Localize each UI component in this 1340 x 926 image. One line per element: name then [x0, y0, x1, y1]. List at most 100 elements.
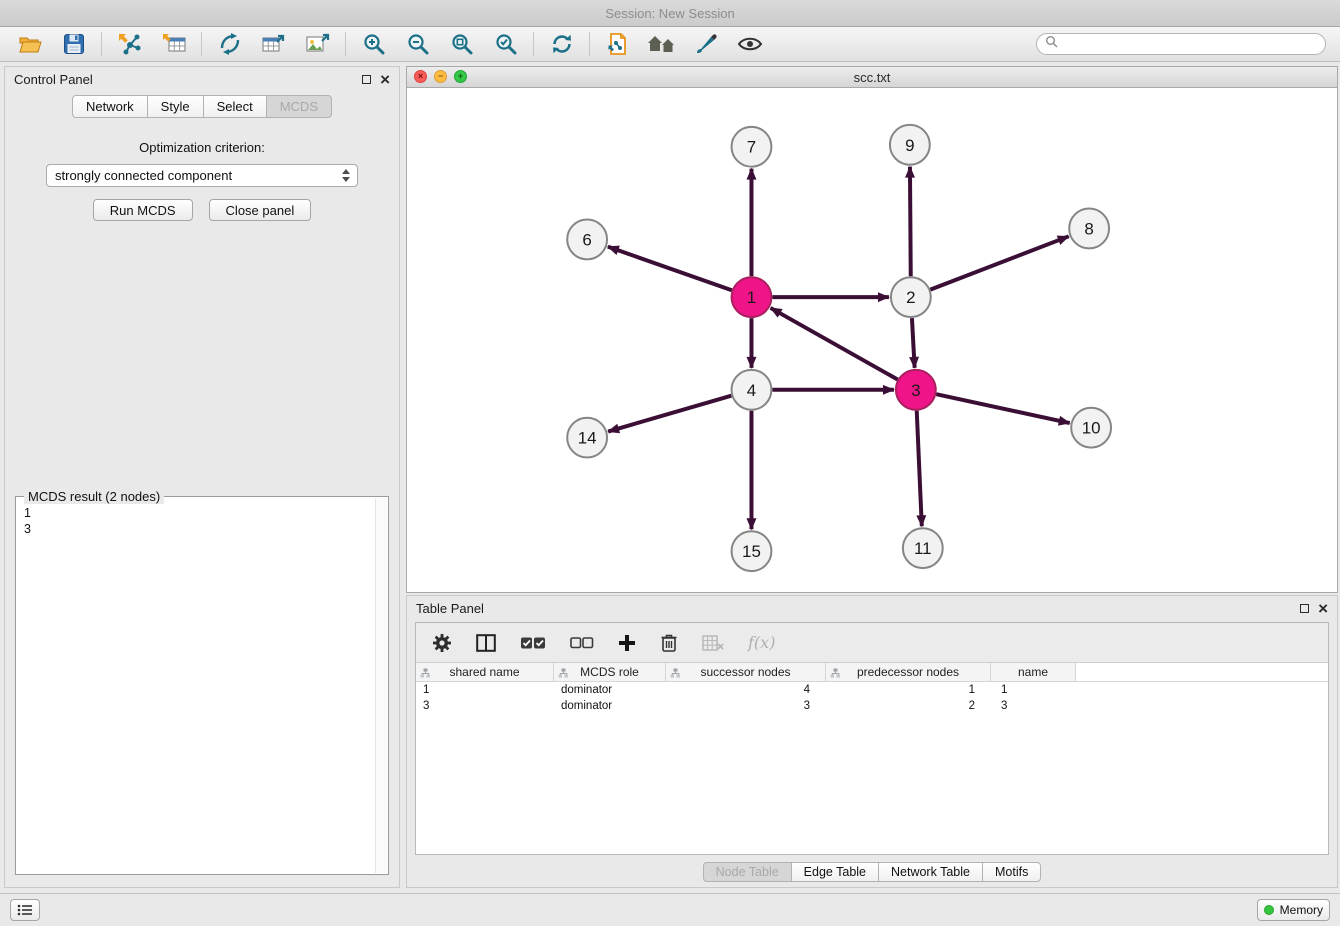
- search-input[interactable]: [1063, 37, 1317, 51]
- minimize-window-icon[interactable]: −: [434, 70, 447, 83]
- close-panel-icon[interactable]: ×: [380, 71, 390, 88]
- graph-edge-4-14[interactable]: [608, 396, 731, 432]
- column-header-shared-name[interactable]: shared name: [416, 663, 554, 681]
- show-columns-icon[interactable]: [476, 634, 496, 652]
- cell-name[interactable]: 3: [991, 700, 1076, 712]
- table-row[interactable]: 3 dominator 3 2 3: [416, 698, 1328, 714]
- tab-edge-table[interactable]: Edge Table: [792, 862, 879, 882]
- graph-node-6[interactable]: 6: [567, 219, 607, 259]
- cell-name[interactable]: 1: [991, 684, 1076, 696]
- run-mcds-button[interactable]: Run MCDS: [93, 199, 193, 221]
- graph-edge-3-1[interactable]: [771, 308, 898, 380]
- zoom-out-icon[interactable]: [398, 30, 437, 58]
- list-icon: [17, 904, 33, 916]
- graph-node-1[interactable]: 1: [732, 277, 772, 317]
- tab-network-table[interactable]: Network Table: [879, 862, 983, 882]
- control-panel-header: Control Panel ×: [5, 67, 399, 91]
- cell-successor-nodes[interactable]: 4: [666, 684, 826, 696]
- graph-node-3[interactable]: 3: [896, 370, 936, 410]
- refresh-icon[interactable]: [542, 30, 581, 58]
- table-tabs: Node Table Edge Table Network Table Moti…: [407, 862, 1337, 882]
- graph-edge-2-9[interactable]: [910, 167, 911, 277]
- zoom-in-icon[interactable]: [354, 30, 393, 58]
- export-network-icon[interactable]: [210, 30, 249, 58]
- tab-node-table[interactable]: Node Table: [703, 862, 792, 882]
- graph-node-8[interactable]: 8: [1069, 209, 1109, 249]
- svg-text:15: 15: [742, 542, 761, 561]
- add-column-icon[interactable]: [618, 634, 636, 652]
- cell-shared-name[interactable]: 3: [416, 700, 554, 712]
- result-scrollbar[interactable]: [375, 498, 387, 873]
- delete-column-icon[interactable]: [660, 633, 678, 653]
- table-row[interactable]: 1 dominator 4 1 1: [416, 682, 1328, 698]
- column-header-successor-nodes[interactable]: successor nodes: [666, 663, 826, 681]
- cell-successor-nodes[interactable]: 3: [666, 700, 826, 712]
- import-network-icon[interactable]: [110, 30, 149, 58]
- export-table-icon[interactable]: [254, 30, 293, 58]
- export-image-icon[interactable]: [298, 30, 337, 58]
- cell-shared-name[interactable]: 1: [416, 684, 554, 696]
- graph-node-4[interactable]: 4: [732, 370, 772, 410]
- zoom-window-icon[interactable]: +: [454, 70, 467, 83]
- graph-edge-3-11[interactable]: [917, 411, 922, 527]
- control-panel-title: Control Panel: [14, 72, 93, 87]
- column-header-predecessor-nodes[interactable]: predecessor nodes: [826, 663, 991, 681]
- apply-style-icon[interactable]: [686, 30, 725, 58]
- table-panel: Table Panel ×: [406, 595, 1338, 888]
- column-type-icon: [420, 667, 431, 681]
- graph-edge-1-6[interactable]: [608, 247, 732, 291]
- tab-motifs[interactable]: Motifs: [983, 862, 1041, 882]
- zoom-selected-icon[interactable]: [486, 30, 525, 58]
- first-neighbors-icon[interactable]: [642, 30, 681, 58]
- graph-node-9[interactable]: 9: [890, 125, 930, 165]
- toolbar-separator: [589, 32, 590, 56]
- network-canvas[interactable]: 1 2 3 4 6 7 8 9 10 11 14 15: [407, 88, 1337, 592]
- save-session-icon[interactable]: [54, 30, 93, 58]
- cell-predecessor-nodes[interactable]: 2: [826, 700, 991, 712]
- table-frame: f(x) shared name MCDS role successor nod…: [415, 622, 1329, 855]
- cell-mcds-role[interactable]: dominator: [554, 700, 666, 712]
- memory-label: Memory: [1280, 903, 1323, 917]
- zoom-fit-icon[interactable]: [442, 30, 481, 58]
- memory-button[interactable]: Memory: [1257, 899, 1330, 921]
- tab-select[interactable]: Select: [204, 95, 267, 118]
- graph-edge-3-10[interactable]: [936, 394, 1069, 423]
- svg-text:11: 11: [914, 539, 932, 558]
- graph-node-10[interactable]: 10: [1071, 408, 1111, 448]
- column-header-name[interactable]: name: [991, 663, 1076, 681]
- search-box[interactable]: [1036, 33, 1326, 55]
- graph-node-11[interactable]: 11: [903, 528, 943, 568]
- graph-node-2[interactable]: 2: [891, 277, 931, 317]
- tab-style[interactable]: Style: [148, 95, 204, 118]
- column-header-mcds-role[interactable]: MCDS role: [554, 663, 666, 681]
- cell-predecessor-nodes[interactable]: 1: [826, 684, 991, 696]
- import-table-icon[interactable]: [154, 30, 193, 58]
- table-settings-gear-icon[interactable]: [432, 633, 452, 653]
- deselect-all-columns-icon[interactable]: [570, 637, 594, 649]
- table-header-row: shared name MCDS role successor nodes pr…: [416, 663, 1328, 682]
- graph-edge-2-3[interactable]: [912, 318, 915, 368]
- graph-node-14[interactable]: 14: [567, 418, 607, 458]
- open-session-icon[interactable]: [10, 30, 49, 58]
- optimization-criterion-dropdown[interactable]: strongly connected component: [46, 164, 358, 187]
- close-table-panel-icon[interactable]: ×: [1318, 600, 1328, 617]
- svg-text:4: 4: [747, 381, 756, 400]
- network-graph[interactable]: 1 2 3 4 6 7 8 9 10 11 14 15: [407, 88, 1337, 592]
- close-window-icon[interactable]: ×: [414, 70, 427, 83]
- graph-node-15[interactable]: 15: [732, 531, 772, 571]
- task-history-button[interactable]: [10, 899, 40, 921]
- float-panel-icon[interactable]: [362, 75, 371, 84]
- select-all-columns-icon[interactable]: [520, 636, 546, 650]
- column-type-icon: [558, 667, 569, 681]
- tab-network[interactable]: Network: [72, 95, 148, 118]
- float-table-panel-icon[interactable]: [1300, 604, 1309, 613]
- clone-network-icon[interactable]: [598, 30, 637, 58]
- svg-text:6: 6: [582, 230, 591, 249]
- toolbar-separator: [201, 32, 202, 56]
- show-hide-eye-icon[interactable]: [730, 30, 769, 58]
- tab-mcds[interactable]: MCDS: [267, 95, 332, 118]
- graph-node-7[interactable]: 7: [732, 127, 772, 167]
- cell-mcds-role[interactable]: dominator: [554, 684, 666, 696]
- close-panel-button[interactable]: Close panel: [209, 199, 312, 221]
- graph-edge-2-8[interactable]: [930, 236, 1068, 289]
